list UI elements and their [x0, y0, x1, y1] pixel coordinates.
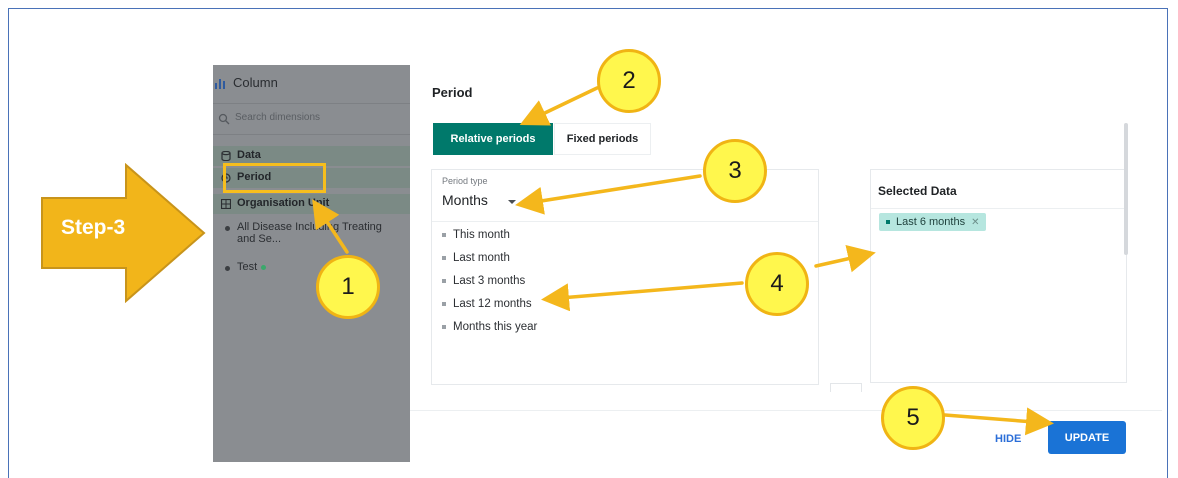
period-option[interactable]: Last month — [442, 252, 510, 264]
bullet-icon — [442, 324, 446, 329]
status-dot-icon — [261, 264, 267, 270]
footer-divider — [410, 410, 1162, 411]
selected-period-label: Last 6 months — [896, 216, 966, 228]
item-bullet — [225, 226, 230, 231]
selected-period-chip[interactable]: Last 6 months ✕ — [879, 213, 987, 231]
divider — [871, 208, 1126, 209]
update-button[interactable]: UPDATE — [1048, 421, 1126, 454]
period-option-label: Last 3 months — [453, 275, 526, 287]
dimension-data-label: Data — [237, 149, 261, 161]
dimension-org-unit[interactable]: Organisation Unit — [213, 194, 410, 214]
bullet-icon — [442, 301, 446, 306]
column-chart-icon — [215, 79, 225, 89]
remove-icon[interactable]: ✕ — [971, 217, 979, 228]
period-option[interactable]: This month — [442, 229, 510, 241]
step-label: Step-3 — [61, 216, 126, 239]
bullet-icon — [442, 232, 446, 237]
callout-badge-3: 3 — [703, 139, 767, 203]
period-option-label: Last month — [453, 252, 510, 264]
chart-type-selector[interactable]: Column — [213, 73, 410, 93]
search-placeholder: Search dimensions — [235, 112, 321, 123]
selected-data-title: Selected Data — [878, 184, 957, 198]
hide-button[interactable]: HIDE — [995, 433, 1021, 445]
period-option-label: Last 12 months — [453, 298, 532, 310]
dimension-item-label: All Disease Including Treating and Se... — [237, 221, 382, 245]
hierarchy-icon — [221, 199, 231, 209]
scrollbar[interactable] — [1124, 123, 1128, 255]
divider — [432, 221, 818, 222]
dimension-org-unit-label: Organisation Unit — [237, 197, 330, 209]
item-bullet — [225, 266, 230, 271]
search-icon — [218, 113, 230, 125]
callout-badge-2: 2 — [597, 49, 661, 113]
faded-header-fragment — [312, 6, 407, 18]
bullet-icon — [442, 278, 446, 283]
bullet-icon — [886, 220, 890, 224]
period-option[interactable]: Last 3 months — [442, 275, 525, 287]
period-option[interactable]: Last 12 months — [442, 298, 532, 310]
period-option-label: Months this year — [453, 321, 538, 333]
dimension-search[interactable]: Search dimensions — [213, 103, 410, 135]
bullet-icon — [442, 255, 446, 260]
period-option-label: This month — [453, 229, 510, 241]
chevron-down-icon[interactable] — [508, 200, 516, 204]
transfer-button[interactable] — [830, 383, 862, 392]
period-type-label: Period type — [442, 176, 488, 186]
dimensions-panel: Column Search dimensions Data Period Org… — [213, 65, 410, 462]
callout-badge-5: 5 — [881, 386, 945, 450]
callout-badge-4: 4 — [745, 252, 809, 316]
dialog-title: Period — [432, 85, 473, 100]
database-icon — [221, 151, 231, 161]
tab-relative-periods[interactable]: Relative periods — [433, 123, 553, 155]
tab-fixed-periods[interactable]: Fixed periods — [554, 123, 651, 155]
period-option[interactable]: Months this year — [442, 321, 537, 333]
period-type-select[interactable]: Months — [442, 192, 488, 208]
chart-type-label: Column — [233, 75, 278, 90]
selected-periods-panel: Selected Data Last 6 months ✕ — [870, 169, 1127, 383]
callout-badge-1: 1 — [316, 255, 380, 319]
period-highlight-box — [223, 163, 326, 193]
